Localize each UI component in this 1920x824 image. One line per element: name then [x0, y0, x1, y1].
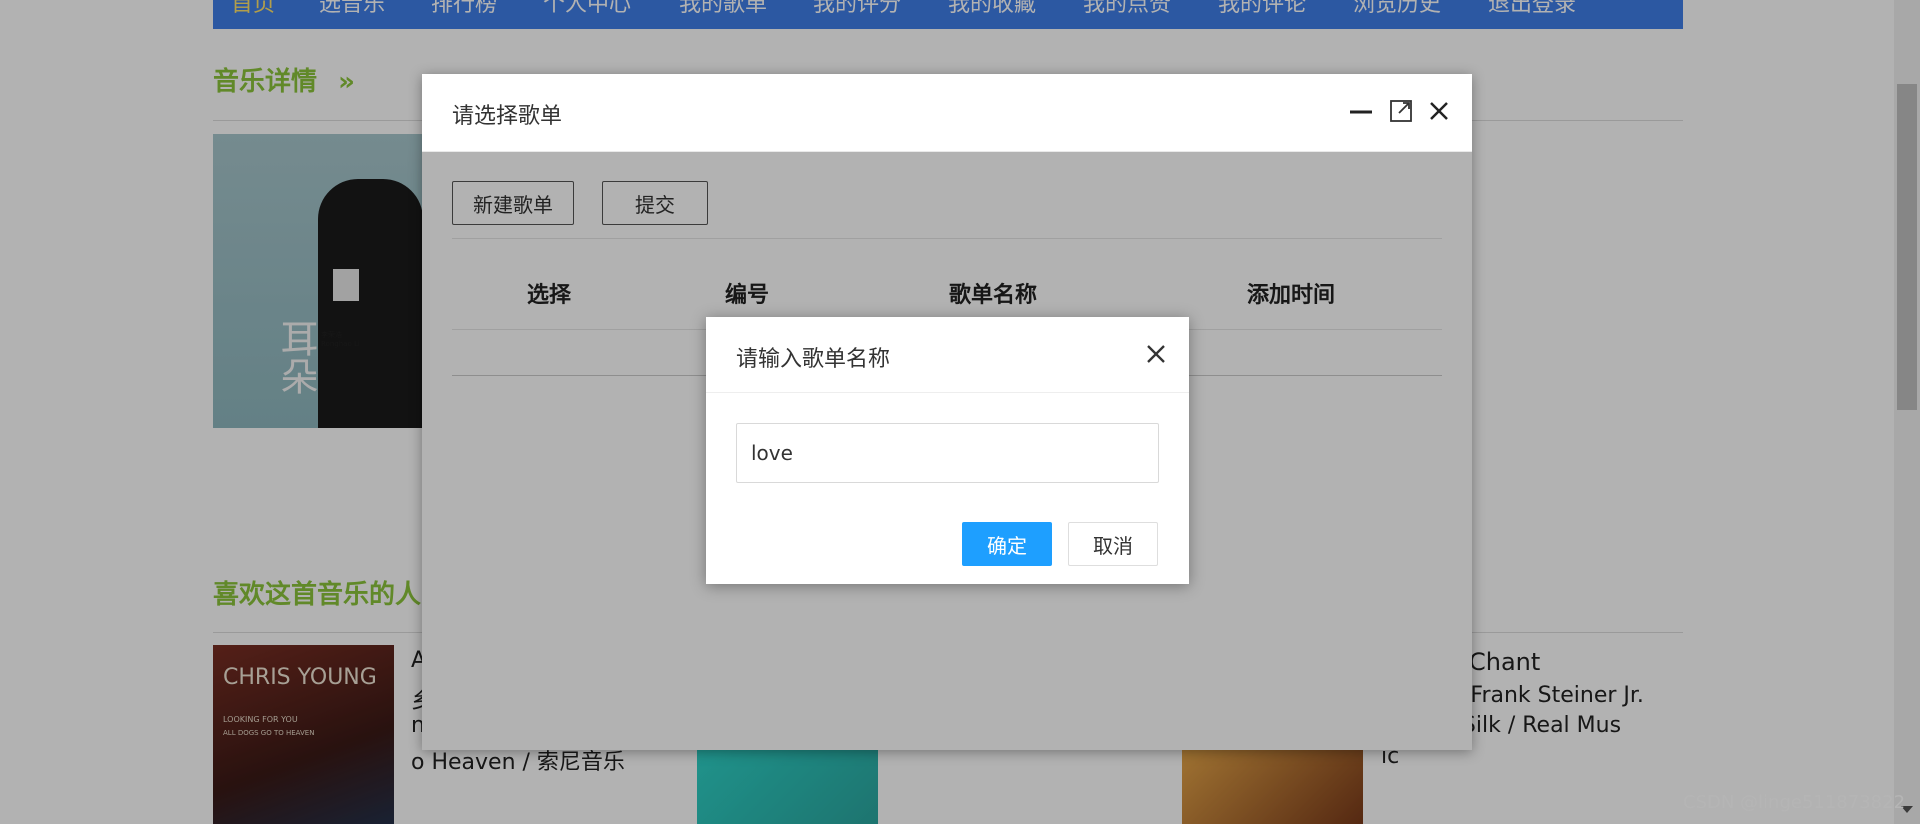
dialog-header: 请输入歌单名称: [706, 317, 1189, 393]
playlist-name-dialog: 请输入歌单名称 确定 取消: [706, 317, 1189, 584]
close-icon[interactable]: [1422, 94, 1456, 128]
maximize-icon[interactable]: [1384, 94, 1418, 128]
confirm-button[interactable]: 确定: [962, 522, 1052, 566]
cancel-button[interactable]: 取消: [1068, 522, 1158, 566]
playlist-name-input[interactable]: [736, 423, 1159, 483]
minimize-icon[interactable]: [1344, 94, 1378, 128]
close-icon[interactable]: [1139, 337, 1173, 371]
dialog-title: 请选择歌单: [452, 104, 563, 129]
dialog-title: 请输入歌单名称: [736, 347, 891, 372]
dialog-header: 请选择歌单: [422, 74, 1472, 152]
watermark: CSDN @linge511873822: [1683, 792, 1906, 813]
